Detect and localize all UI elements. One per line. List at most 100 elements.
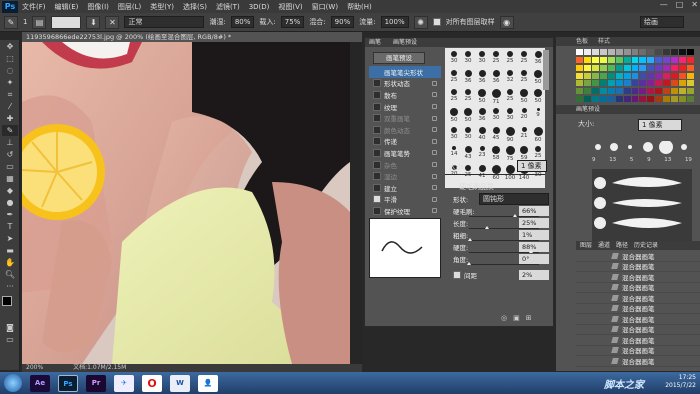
slider-value-field[interactable]: 66% [519,206,549,216]
brush-tip[interactable]: 25 [489,51,503,64]
color-swatch[interactable] [583,49,591,55]
tip-grid-scrollbar[interactable] [543,50,549,90]
history-item[interactable]: 混合器画笔 [576,272,700,283]
color-swatch[interactable] [599,80,607,87]
color-swatch[interactable] [647,80,655,87]
document-info[interactable]: 文档:1.07M/2.15M [73,364,126,372]
path-select-tool-icon[interactable]: ➤ [2,233,18,244]
slider-value-field[interactable]: 0° [519,254,549,264]
airbrush-icon[interactable]: ✺ [413,15,428,29]
brush-tip[interactable]: 40 [475,127,489,141]
size-slider-track[interactable] [445,174,545,175]
brush-tip[interactable]: 9 [531,108,545,118]
color-swatch[interactable] [583,56,591,63]
color-swatch[interactable] [671,64,679,71]
menu-help[interactable]: 帮助(H) [347,2,372,12]
color-swatch[interactable] [591,96,599,103]
tab-layers[interactable]: 图层 [580,241,592,250]
mixer-brush-icon[interactable]: ✎ [4,15,18,29]
color-swatch[interactable] [687,96,694,103]
color-swatch[interactable] [576,64,583,71]
brush-tip[interactable]: 30 [503,108,517,121]
menu-image[interactable]: 图像(I) [87,2,109,12]
history-item[interactable]: 混合器画笔 [576,304,700,314]
color-swatch[interactable] [647,72,655,79]
brush-tip[interactable]: 25 [517,51,531,64]
color-swatch[interactable] [631,88,639,95]
color-swatch[interactable] [655,56,663,63]
color-swatch[interactable] [615,96,623,103]
brush-tip[interactable]: 58 [489,146,503,161]
brush-tip[interactable]: 21 [517,127,531,139]
option-build-up[interactable]: 建立 [369,182,441,194]
color-swatch[interactable] [687,72,694,79]
brush-tip[interactable]: 25 [517,70,531,83]
premiere-taskbar-icon[interactable]: Pr [86,374,106,392]
word-taskbar-icon[interactable]: W [170,374,190,392]
color-swatch[interactable] [615,56,623,63]
lock-icon[interactable] [432,162,437,168]
color-swatch[interactable] [615,80,623,87]
menu-type[interactable]: 类型(Y) [150,2,174,12]
hand-tool-icon[interactable]: ✋ [2,257,18,268]
brush-tip[interactable]: 30 [461,127,475,140]
maximize-button[interactable]: □ [676,0,684,9]
tab-brush[interactable]: 画笔 [369,38,381,47]
color-swatch[interactable] [576,56,583,63]
color-swatch[interactable] [647,64,655,71]
color-swatch[interactable] [599,49,607,55]
color-swatch[interactable] [671,49,679,55]
slider-value-field[interactable]: 1% [519,230,549,240]
color-swatch[interactable] [679,56,687,63]
color-swatch[interactable] [671,80,679,87]
color-swatches[interactable] [2,296,18,318]
color-swatch[interactable] [599,96,607,103]
color-swatch[interactable] [591,80,599,87]
color-swatch[interactable] [671,96,679,103]
history-item[interactable]: 混合器画笔 [576,335,700,346]
lock-icon[interactable] [432,185,437,191]
color-swatch[interactable] [655,64,663,71]
brush-tip[interactable]: 32 [503,70,517,83]
minimize-button[interactable]: — [660,0,668,9]
color-swatch[interactable] [647,56,655,63]
color-swatch[interactable] [631,64,639,71]
brush-tip[interactable]: 30 [447,127,461,140]
flow-field[interactable]: 100% [380,16,409,28]
color-swatch[interactable] [639,96,647,103]
lock-icon[interactable] [432,196,437,202]
brush-tip[interactable]: 50 [447,108,461,123]
color-swatch[interactable] [639,88,647,95]
brush-tip[interactable]: 20 [517,108,531,120]
color-swatch[interactable] [679,96,687,103]
color-swatch[interactable] [671,72,679,79]
brush-tip[interactable]: 60 [531,127,545,143]
color-swatch[interactable] [679,72,687,79]
color-swatch[interactable] [583,88,591,95]
swatches-grid[interactable] [576,49,694,103]
brush-tip[interactable]: 30 [475,51,489,64]
lock-icon[interactable] [432,104,437,110]
brush-tip[interactable]: 14 [447,146,461,157]
color-swatch[interactable] [583,72,591,79]
menu-edit[interactable]: 编辑(E) [55,2,79,12]
color-swatch[interactable] [687,49,694,55]
shape-tool-icon[interactable]: ▬ [2,245,18,256]
color-swatch[interactable] [687,88,694,95]
menu-view[interactable]: 视图(V) [278,2,302,12]
healing-tool-icon[interactable]: ✚ [2,113,18,124]
mix-field[interactable]: 90% [330,16,355,28]
color-swatch[interactable] [623,56,631,63]
foreground-color[interactable] [2,296,12,306]
blur-tool-icon[interactable]: ◆ [2,185,18,196]
zoom-tool-icon[interactable]: 🔍︎ [2,269,18,280]
color-swatch[interactable] [591,64,599,71]
color-swatch[interactable] [615,64,623,71]
color-swatch[interactable] [591,72,599,79]
menu-file[interactable]: 文件(F) [22,2,46,12]
color-swatch[interactable] [663,88,671,95]
option-scattering[interactable]: 散布 [369,89,441,101]
tab-brush-presets[interactable]: 画笔预设 [393,38,417,47]
canvas-image[interactable] [22,42,350,364]
history-item[interactable]: 混合器画笔 [576,262,700,272]
